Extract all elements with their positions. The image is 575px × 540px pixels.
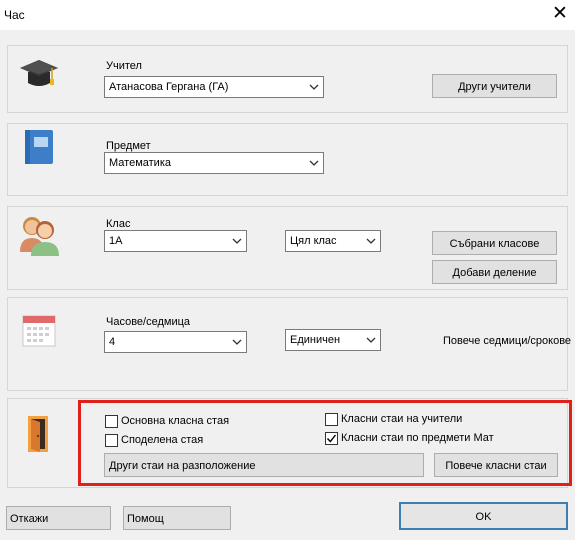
- more-weeks-link[interactable]: Повече седмици/срокове: [443, 335, 571, 347]
- hours-select-value: 4: [109, 336, 116, 348]
- hours-select[interactable]: 4: [104, 331, 247, 353]
- chevron-down-icon: [309, 160, 319, 166]
- frequency-value: Единичен: [290, 334, 341, 346]
- class-select[interactable]: 1А: [104, 230, 247, 252]
- hours-label: Часове/седмица: [106, 316, 191, 328]
- close-button[interactable]: ✕: [548, 3, 572, 27]
- chevron-down-icon: [232, 339, 242, 345]
- cancel-button[interactable]: Откажи: [6, 506, 111, 530]
- shared-room-label: Споделена стая: [121, 434, 204, 446]
- home-room-checkbox[interactable]: [105, 415, 118, 428]
- add-division-button[interactable]: Добави деление: [432, 260, 557, 284]
- teacher-label: Учител: [106, 60, 142, 72]
- frequency-select[interactable]: Единичен: [285, 329, 381, 351]
- help-button[interactable]: Помощ: [123, 506, 231, 530]
- window-title: Час: [4, 8, 25, 22]
- chevron-down-icon: [366, 337, 376, 343]
- ok-button[interactable]: OK: [399, 502, 568, 530]
- joined-classes-label: Събрани класове: [449, 238, 540, 250]
- cancel-label: Откажи: [10, 513, 49, 525]
- home-room-label: Основна класна стая: [121, 415, 230, 427]
- subject-rooms-checkbox[interactable]: [325, 432, 338, 445]
- class-label: Клас: [106, 218, 131, 230]
- teacher-select-value: Атанасова Гергана (ГА): [109, 81, 229, 93]
- other-teachers-button[interactable]: Други учители: [432, 74, 557, 98]
- ok-label: OK: [475, 511, 492, 523]
- chevron-down-icon: [309, 84, 319, 90]
- teacher-rooms-label: Класни стаи на учители: [341, 413, 463, 425]
- more-rooms-label: Повече класни стаи: [445, 460, 547, 472]
- class-scope-value: Цял клас: [290, 235, 337, 247]
- checkmark-icon: [326, 434, 337, 443]
- joined-classes-button[interactable]: Събрани класове: [432, 231, 557, 255]
- calendar-icon: [21, 312, 57, 348]
- chevron-down-icon: [366, 238, 376, 244]
- chevron-down-icon: [232, 238, 242, 244]
- people-icon: [18, 212, 60, 256]
- more-rooms-button[interactable]: Повече класни стаи: [434, 453, 558, 477]
- other-rooms-label: Други стаи на разположение: [109, 460, 256, 472]
- subject-label: Предмет: [106, 140, 151, 152]
- shared-room-checkbox[interactable]: [105, 434, 118, 447]
- subject-rooms-label: Класни стаи по предмети Мат: [341, 432, 494, 444]
- class-select-value: 1А: [109, 235, 123, 247]
- subject-select[interactable]: Математика: [104, 152, 324, 174]
- class-scope-select[interactable]: Цял клас: [285, 230, 381, 252]
- graduation-cap-icon: [18, 56, 60, 92]
- other-teachers-label: Други учители: [458, 81, 531, 93]
- help-label: Помощ: [127, 513, 164, 525]
- add-division-label: Добави деление: [452, 267, 537, 279]
- door-icon: [24, 414, 54, 454]
- teacher-select[interactable]: Атанасова Гергана (ГА): [104, 76, 324, 98]
- other-rooms-button[interactable]: Други стаи на разположение: [104, 453, 424, 477]
- title-bar: [0, 0, 575, 30]
- notebook-icon: [22, 128, 56, 166]
- subject-select-value: Математика: [109, 157, 171, 169]
- teacher-rooms-checkbox[interactable]: [325, 413, 338, 426]
